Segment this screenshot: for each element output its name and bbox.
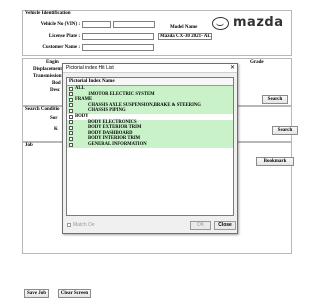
save-job-button[interactable]: Save Job: [24, 289, 49, 298]
row-checkbox[interactable]: [69, 125, 73, 130]
displacement-label: Displacement: [33, 67, 62, 72]
vin-field-1[interactable]: [82, 21, 111, 28]
row-checkbox[interactable]: [69, 92, 73, 97]
customer-name-field[interactable]: [82, 44, 154, 51]
vin-label: Vehicle No (VIN) :: [40, 22, 80, 27]
row-checkbox[interactable]: [69, 97, 73, 102]
sort-label: Sor: [50, 116, 58, 121]
vin-field-2[interactable]: [113, 21, 155, 28]
grade-label: Grade: [250, 60, 264, 65]
row-checkbox[interactable]: [69, 86, 73, 91]
transmission-label: Transmission: [33, 74, 62, 79]
desc-label: Desc: [50, 88, 60, 93]
search-button-1[interactable]: Search: [262, 95, 288, 104]
vehicle-identification-title: Vehicle Identification: [25, 11, 71, 16]
row-checkbox[interactable]: [69, 114, 73, 119]
model-name-field: Mazda CX-30 2021- ALDKC1: [158, 33, 212, 40]
model-name-label: Model Name: [170, 25, 198, 30]
job-label: Job: [25, 143, 33, 148]
license-plate-label: License Plate :: [48, 34, 80, 39]
match-checkbox[interactable]: [67, 223, 71, 227]
row-checkbox[interactable]: [69, 120, 73, 125]
close-button[interactable]: Close: [214, 221, 236, 230]
row-checkbox[interactable]: [69, 108, 73, 113]
bookmark-button[interactable]: Bookmark: [256, 157, 294, 166]
close-icon[interactable]: ✕: [230, 64, 235, 73]
customer-name-label: Customer Name :: [42, 45, 80, 50]
pictorial-index-dialog: Pictorial index Hit List ✕ Pictorial Ind…: [62, 63, 238, 234]
body-label: Bod: [52, 81, 61, 86]
list-item-label: GENERAL INFORMATION: [88, 141, 147, 147]
clear-screen-button[interactable]: Clear Screen: [58, 289, 91, 298]
row-checkbox[interactable]: [69, 103, 73, 108]
pictorial-index-list: Pictorial Index Name ALL 1MOTOR ELECTRIC …: [66, 77, 234, 216]
row-checkbox[interactable]: [69, 142, 73, 147]
k-label: K: [54, 127, 58, 132]
mazda-logo-icon: [212, 17, 229, 30]
dialog-title: Pictorial index Hit List: [63, 64, 237, 73]
search-button-2[interactable]: Search: [272, 126, 298, 135]
license-plate-field[interactable]: [82, 33, 154, 40]
column-header: Pictorial Index Name: [67, 78, 233, 86]
list-rows: ALL 1MOTOR ELECTRIC SYSTEM FRAME CHASSIS AX…: [67, 86, 233, 148]
engine-label: Engin: [46, 60, 59, 65]
ok-button[interactable]: OK: [190, 221, 211, 230]
list-item[interactable]: GENERAL INFORMATION: [67, 141, 233, 148]
search-condition-label: Search Conditio: [25, 107, 60, 112]
match-label: Match Oe: [73, 221, 95, 228]
mazda-logo-text: mazda: [233, 15, 284, 30]
row-checkbox[interactable]: [69, 131, 73, 136]
row-checkbox[interactable]: [69, 136, 73, 141]
